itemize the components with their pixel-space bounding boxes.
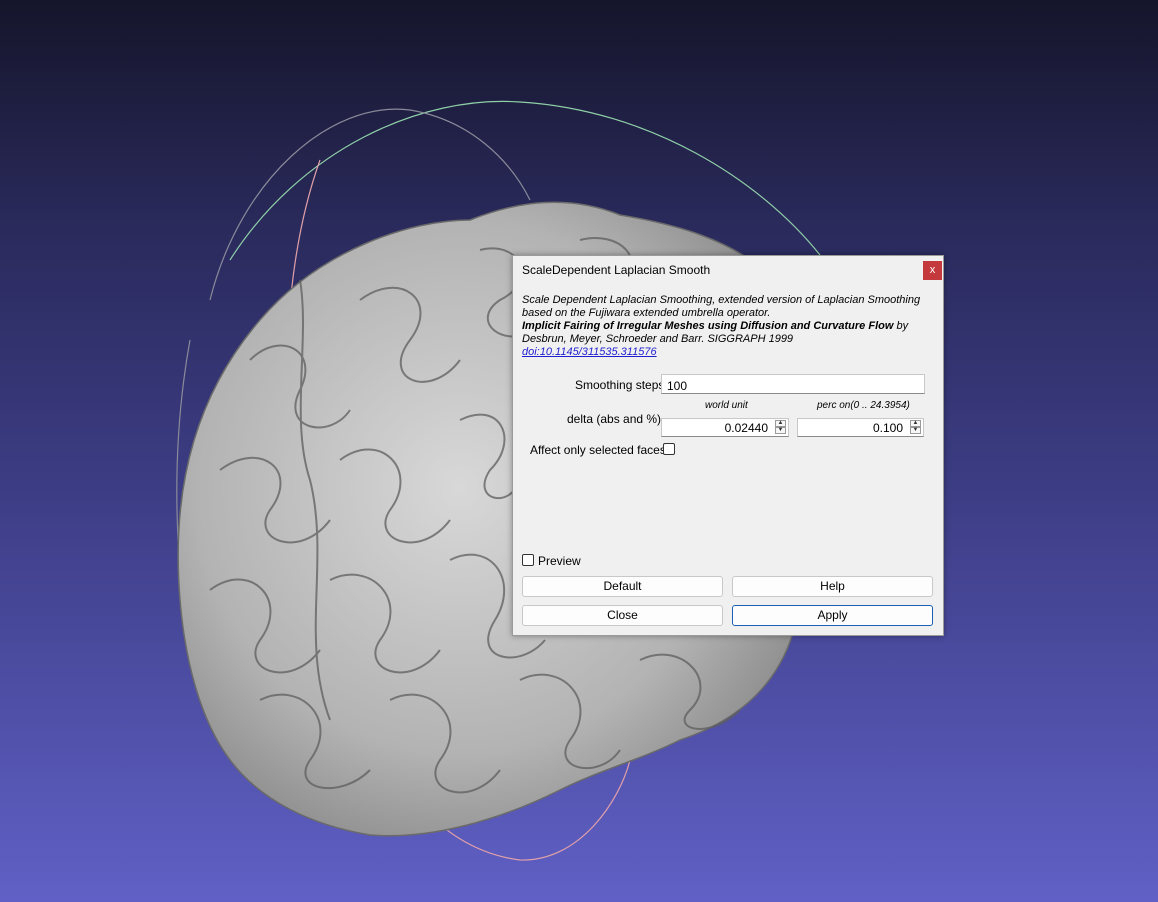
delta-abs-down-icon[interactable]: ▼	[775, 427, 786, 434]
delta-abs-value: 0.02440	[724, 421, 768, 435]
paper-authors: Desbrun, Meyer, Schroeder and Barr. SIGG…	[522, 333, 794, 345]
preview-checkbox[interactable]	[522, 554, 534, 566]
preview-label: Preview	[538, 554, 581, 568]
smoothing-steps-label: Smoothing steps	[575, 378, 665, 392]
delta-abs-spinbox[interactable]: 0.02440 ▲ ▼	[661, 418, 789, 437]
delta-label: delta (abs and %)	[567, 412, 662, 426]
help-button[interactable]: Help	[732, 576, 933, 597]
affect-selected-checkbox[interactable]	[663, 443, 675, 455]
percent-header: perc on(0 .. 24.3954)	[817, 400, 910, 411]
apply-button[interactable]: Apply	[732, 605, 933, 626]
delta-percent-down-icon[interactable]: ▼	[910, 427, 921, 434]
close-icon[interactable]: x	[923, 261, 942, 280]
affect-selected-label: Affect only selected faces	[530, 443, 666, 457]
dialog-title: ScaleDependent Laplacian Smooth	[522, 263, 711, 277]
filter-description: Scale Dependent Laplacian Smoothing, ext…	[522, 294, 940, 359]
paper-by: by	[893, 320, 909, 332]
delta-abs-up-icon[interactable]: ▲	[775, 420, 786, 427]
dialog-titlebar[interactable]: ScaleDependent Laplacian Smooth x	[513, 256, 943, 284]
close-button[interactable]: Close	[522, 605, 723, 626]
smoothing-steps-value: 100	[667, 379, 688, 393]
delta-percent-spinbox[interactable]: 0.100 ▲ ▼	[797, 418, 924, 437]
doi-link[interactable]: doi:10.1145/311535.311576	[522, 346, 657, 358]
description-line-1: Scale Dependent Laplacian Smoothing, ext…	[522, 294, 921, 306]
delta-percent-value: 0.100	[872, 421, 903, 435]
paper-title: Implicit Fairing of Irregular Meshes usi…	[522, 320, 894, 332]
delta-percent-up-icon[interactable]: ▲	[910, 420, 921, 427]
description-line-2: based on the Fujiwara extended umbrella …	[522, 307, 771, 319]
smoothing-steps-input[interactable]: 100	[661, 374, 925, 394]
world-unit-header: world unit	[705, 400, 748, 411]
default-button[interactable]: Default	[522, 576, 723, 597]
filter-dialog: ScaleDependent Laplacian Smooth x Scale …	[512, 255, 944, 636]
